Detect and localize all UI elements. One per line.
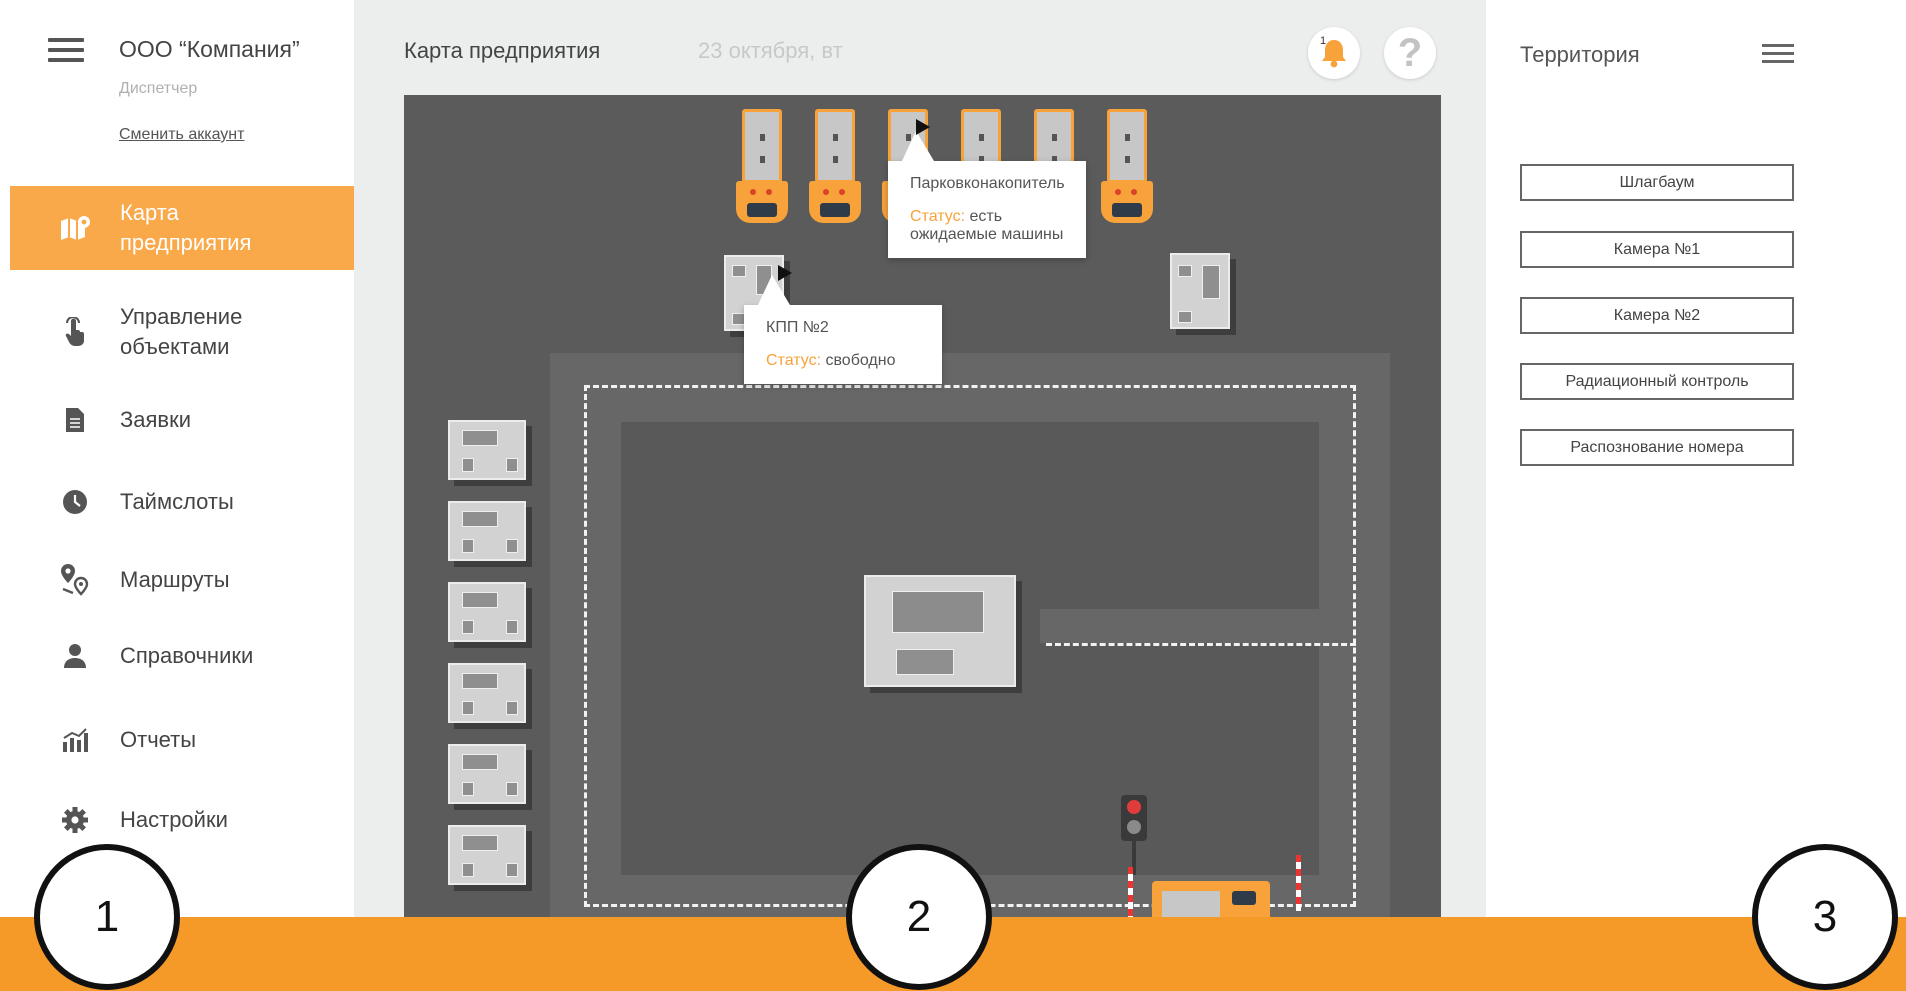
sidebar-item-label: Таймслоты bbox=[120, 489, 234, 514]
barrier[interactable] bbox=[1128, 867, 1133, 923]
sidebar-item-timeslots[interactable]: Таймслоты bbox=[10, 482, 354, 522]
touch-icon bbox=[55, 317, 95, 347]
clock-icon bbox=[55, 489, 95, 515]
map-icon bbox=[55, 215, 95, 241]
camera-2-button[interactable]: Камера №2 bbox=[1520, 297, 1794, 334]
sidebar-item-routes[interactable]: Маршруты bbox=[10, 558, 354, 602]
panel-title: Территория bbox=[1520, 42, 1640, 67]
truck-at-gate[interactable] bbox=[1152, 881, 1270, 921]
sidebar-item-reports[interactable]: Отчеты bbox=[10, 720, 354, 760]
notifications-button[interactable]: 1 bbox=[1308, 27, 1360, 79]
tooltip-title: Парковконакопитель bbox=[910, 175, 1065, 192]
sidebar-item-label: Карта предприятия bbox=[120, 200, 252, 255]
traffic-light[interactable] bbox=[1121, 795, 1147, 841]
menu-icon[interactable] bbox=[48, 38, 84, 62]
company-name: ООО “Компания” bbox=[119, 36, 300, 62]
warehouse[interactable] bbox=[448, 420, 526, 480]
sidebar-item-directories[interactable]: Справочники bbox=[10, 636, 354, 676]
barrier-button[interactable]: Шлагбаум bbox=[1520, 164, 1794, 201]
tooltip-title: КПП №2 bbox=[766, 319, 829, 336]
warehouse[interactable] bbox=[448, 825, 526, 885]
barrier[interactable] bbox=[1296, 855, 1301, 911]
sidebar-item-label: Заявки bbox=[120, 407, 192, 432]
tooltip-parking: Парковконакопитель Статус: есть ожидаемы… bbox=[888, 131, 1086, 258]
callout-1: 1 bbox=[34, 844, 180, 990]
warehouse[interactable] bbox=[448, 663, 526, 723]
current-date: 23 октября, вт bbox=[698, 38, 843, 63]
gear-icon bbox=[55, 807, 95, 833]
callout-2: 2 bbox=[846, 844, 992, 990]
switch-account-link[interactable]: Сменить аккаунт bbox=[119, 126, 244, 144]
warehouse[interactable] bbox=[448, 744, 526, 804]
sidebar-item-map[interactable]: Карта предприятия bbox=[10, 186, 354, 270]
sidebar-item-label: Управление объектами bbox=[120, 304, 243, 359]
chart-icon bbox=[55, 728, 95, 752]
sidebar-item-label: Настройки bbox=[120, 807, 228, 832]
warehouse[interactable] bbox=[448, 501, 526, 561]
sidebar-item-label: Маршруты bbox=[120, 567, 230, 592]
menu-icon[interactable] bbox=[1762, 44, 1794, 66]
radiation-control-button[interactable]: Радиационный контроль bbox=[1520, 363, 1794, 400]
sidebar-item-requests[interactable]: Заявки bbox=[10, 400, 354, 440]
help-icon: ? bbox=[1397, 30, 1423, 75]
user-icon bbox=[55, 643, 95, 669]
main-building[interactable] bbox=[864, 575, 1016, 687]
truck-icon[interactable] bbox=[1101, 109, 1153, 229]
notification-count: 1 bbox=[1320, 35, 1327, 47]
sidebar-item-objects[interactable]: Управление объектами bbox=[10, 300, 354, 364]
help-button[interactable]: ? bbox=[1384, 27, 1436, 79]
status-label: Статус: bbox=[910, 208, 966, 225]
camera-1-button[interactable]: Камера №1 bbox=[1520, 231, 1794, 268]
page-title: Карта предприятия bbox=[404, 38, 601, 63]
sidebar-item-label: Справочники bbox=[120, 643, 254, 668]
plate-recognition-button[interactable]: Распознование номера bbox=[1520, 429, 1794, 466]
status-label: Статус: bbox=[766, 352, 822, 369]
route-icon bbox=[55, 563, 95, 597]
document-icon bbox=[55, 408, 95, 432]
truck-icon[interactable] bbox=[809, 109, 861, 229]
sidebar-item-settings[interactable]: Настройки bbox=[10, 800, 354, 840]
user-role: Диспетчер bbox=[119, 80, 198, 97]
right-panel: Территория Шлагбаум Камера №1 Камера №2 … bbox=[1486, 0, 1906, 991]
road-marking bbox=[1046, 643, 1356, 646]
sidebar: ООО “Компания” Диспетчер Сменить аккаунт… bbox=[0, 0, 354, 991]
checkpoint-1[interactable] bbox=[1170, 253, 1230, 329]
tooltip-checkpoint: КПП №2 Статус: свободно bbox=[744, 275, 942, 384]
truck-icon[interactable] bbox=[736, 109, 788, 229]
status-value: свободно bbox=[825, 352, 896, 369]
cursor-icon bbox=[778, 265, 792, 281]
warehouse[interactable] bbox=[448, 582, 526, 642]
callout-3: 3 bbox=[1752, 844, 1898, 990]
main-area: Карта предприятия 23 октября, вт 1 ? Пар… bbox=[354, 0, 1486, 991]
sidebar-item-label: Отчеты bbox=[120, 727, 197, 752]
cursor-icon bbox=[916, 119, 930, 135]
